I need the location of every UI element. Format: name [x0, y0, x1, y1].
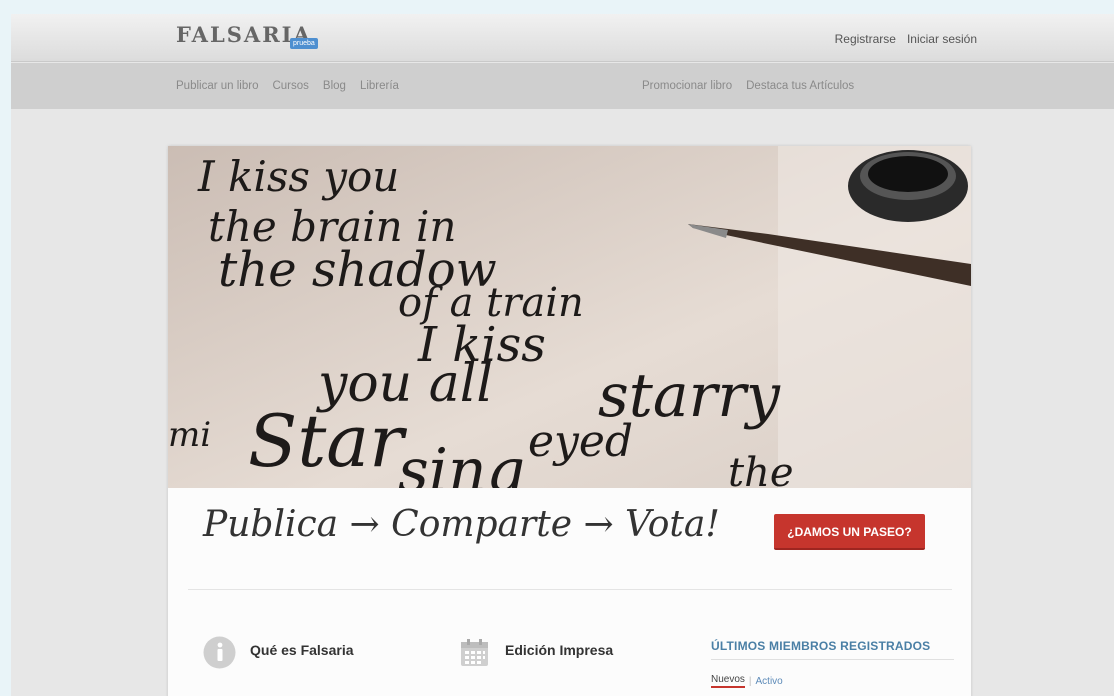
svg-text:mi: mi	[168, 415, 211, 455]
nav-bar: Publicar un libro Cursos Blog Librería P…	[11, 63, 1114, 109]
nav-destaca-articulos[interactable]: Destaca tus Artículos	[746, 80, 854, 92]
feature-edicion-impresa[interactable]: Edición Impresa	[458, 636, 613, 669]
tab-activo[interactable]: Activo	[756, 676, 783, 687]
tab-nuevos[interactable]: Nuevos	[711, 674, 745, 688]
nav-blog[interactable]: Blog	[323, 80, 346, 92]
members-tabs: Nuevos | Activo	[711, 674, 954, 688]
feature-que-es[interactable]: Qué es Falsaria	[203, 636, 354, 669]
latest-members-panel: ÚLTIMOS MIEMBROS REGISTRADOS Nuevos | Ac…	[711, 639, 954, 688]
nav-publicar-libro[interactable]: Publicar un libro	[176, 80, 258, 92]
page: FALSARIA prueba Registrarse Iniciar sesi…	[11, 14, 1114, 696]
svg-text:I kiss you: I kiss you	[197, 152, 399, 201]
tab-separator: |	[748, 675, 752, 687]
login-link[interactable]: Iniciar sesión	[907, 32, 977, 46]
register-link[interactable]: Registrarse	[835, 32, 896, 46]
svg-text:eyed: eyed	[528, 416, 633, 467]
svg-text:sing: sing	[398, 436, 525, 488]
main-card: I kiss you the brain in the shadow of a …	[168, 146, 971, 696]
feature-title: Qué es Falsaria	[250, 642, 354, 658]
nav-libreria[interactable]: Librería	[360, 80, 399, 92]
tagline: Publica → Comparte → Vota!	[203, 504, 720, 545]
top-bar: FALSARIA prueba Registrarse Iniciar sesi…	[11, 14, 1114, 62]
auth-links: Registrarse Iniciar sesión	[835, 32, 977, 46]
nav-secondary: Promocionar libro Destaca tus Artículos	[642, 80, 854, 92]
hero-image: I kiss you the brain in the shadow of a …	[168, 146, 971, 488]
members-divider	[711, 659, 954, 660]
section-divider	[188, 589, 952, 590]
tour-button[interactable]: ¿DAMOS UN PASEO?	[774, 514, 925, 550]
feature-title: Edición Impresa	[505, 642, 614, 658]
calendar-icon	[461, 639, 488, 666]
nav-cursos[interactable]: Cursos	[272, 80, 308, 92]
svg-text:the: the	[728, 450, 794, 488]
nav-promocionar-libro[interactable]: Promocionar libro	[642, 80, 732, 92]
svg-text:Star: Star	[248, 399, 407, 483]
info-icon	[203, 636, 236, 669]
prueba-badge: prueba	[290, 38, 318, 49]
members-heading: ÚLTIMOS MIEMBROS REGISTRADOS	[711, 639, 931, 653]
nav-primary: Publicar un libro Cursos Blog Librería	[176, 80, 399, 92]
